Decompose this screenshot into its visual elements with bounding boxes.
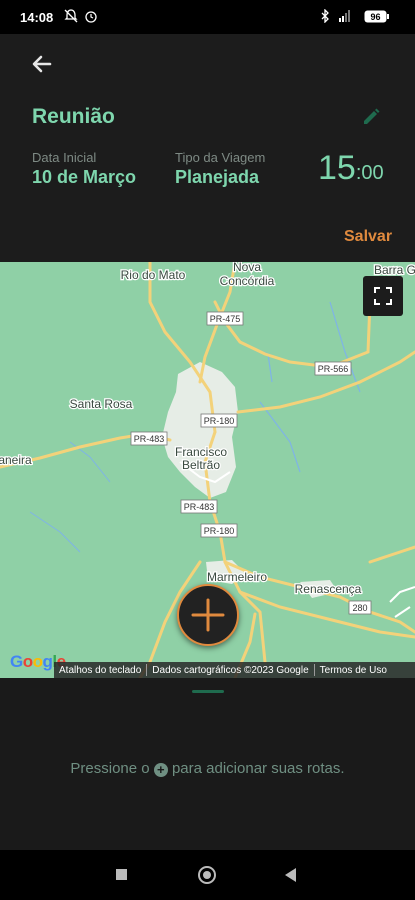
road-pr566: PR-566 — [318, 364, 349, 374]
status-time: 14:08 — [20, 10, 54, 25]
road-280: 280 — [352, 603, 367, 613]
trip-type-label: Tipo da Viagem — [175, 150, 266, 165]
trip-header: Reunião Data Inicial 10 de Março Tipo da… — [0, 34, 415, 262]
road-pr483-south: PR-483 — [184, 502, 215, 512]
signal-icon — [339, 10, 350, 22]
map-attribution: Atalhos do teclado Dados cartográficos ©… — [54, 662, 415, 678]
map-data-credit: Dados cartográficos ©2023 Google — [152, 664, 309, 676]
start-time[interactable]: 15:00 — [318, 149, 384, 188]
system-nav-bar — [0, 850, 415, 900]
save-button[interactable]: Salvar — [344, 228, 392, 246]
fullscreen-button[interactable] — [363, 276, 403, 316]
home-button[interactable] — [198, 866, 216, 884]
time-hours: 15 — [318, 149, 356, 187]
sheet-drag-handle[interactable] — [192, 690, 224, 693]
bluetooth-icon — [321, 9, 329, 23]
terms-of-use-link[interactable]: Termos de Uso — [315, 665, 392, 676]
back-triangle-button[interactable] — [285, 868, 296, 882]
status-bar: 14:08 96 — [0, 0, 415, 34]
plus-icon — [191, 598, 225, 632]
place-barra: Barra G — [374, 263, 415, 277]
place-francisco: Francisco — [175, 445, 227, 459]
place-renascenca: Renascença — [295, 582, 362, 596]
hint-text-before: Pressione o — [70, 760, 150, 777]
map-view[interactable]: Rio do Mato Nova Concórdia Santa Rosa an… — [0, 262, 415, 678]
trip-type-value[interactable]: Planejada — [175, 167, 259, 188]
bell-off-icon — [64, 9, 78, 23]
place-santa-rosa: Santa Rosa — [70, 397, 133, 411]
hint-text-after: para adicionar suas rotas. — [171, 760, 345, 777]
battery-level: 96 — [370, 12, 380, 22]
arrow-left-icon[interactable] — [30, 52, 54, 76]
keyboard-shortcuts-link[interactable]: Atalhos do teclado — [54, 665, 146, 676]
place-aneira: aneira — [0, 453, 32, 467]
place-concordia: Concórdia — [220, 274, 275, 288]
place-beltrao: Beltrão — [182, 458, 220, 472]
empty-routes-hint: Pressione o + para adicionar suas rotas. — [0, 760, 415, 777]
add-route-button[interactable] — [177, 584, 239, 646]
trip-title: Reunião — [32, 105, 115, 128]
start-date-label: Data Inicial — [32, 150, 97, 165]
routes-panel: Pressione o + para adicionar suas rotas. — [0, 678, 415, 850]
fullscreen-icon — [374, 287, 392, 305]
place-marmeleiro: Marmeleiro — [207, 570, 267, 584]
alarm-icon — [85, 11, 97, 23]
battery-icon: 96 — [364, 10, 389, 23]
road-pr475: PR-475 — [210, 314, 241, 324]
plus-circle-icon: + — [153, 763, 168, 777]
place-nova: Nova — [233, 262, 261, 274]
road-pr180-south: PR-180 — [204, 526, 235, 536]
place-rio-do-mato: Rio do Mato — [121, 268, 186, 282]
road-pr483-west: PR-483 — [134, 434, 165, 444]
start-date-value[interactable]: 10 de Março — [32, 167, 136, 188]
road-pr180-north: PR-180 — [204, 416, 235, 426]
time-minutes: :00 — [355, 162, 384, 184]
pencil-icon[interactable] — [360, 106, 382, 128]
recents-button[interactable] — [116, 869, 127, 880]
